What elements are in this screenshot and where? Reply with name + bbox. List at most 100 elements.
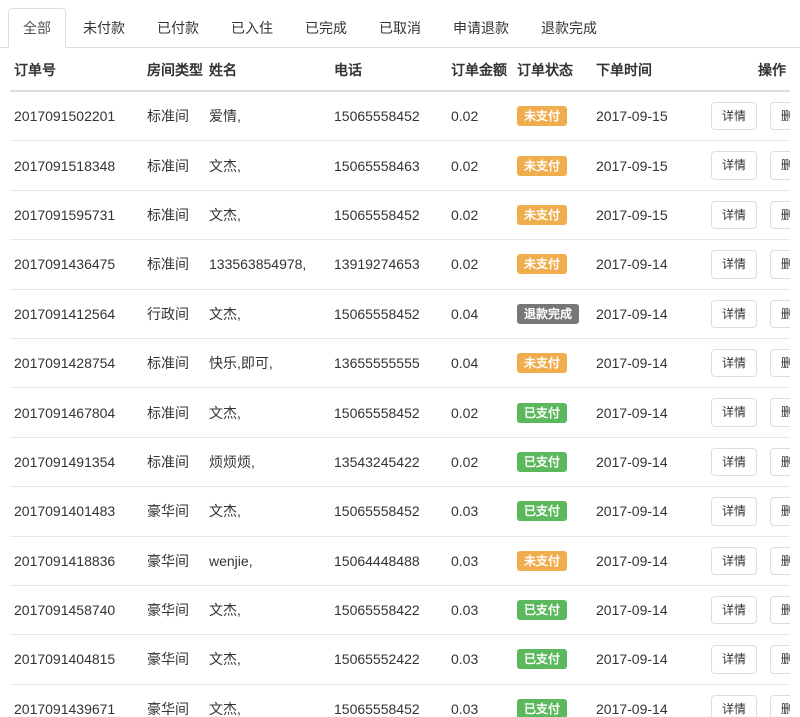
table-row: 2017091428754 标准间 快乐,即可, 13655555555 0.0…: [10, 338, 790, 387]
detail-button[interactable]: 详情: [711, 398, 757, 426]
status-cell: 未支付: [513, 536, 592, 585]
amount-cell: 0.02: [447, 240, 513, 289]
time-cell: 2017-09-15: [592, 141, 707, 190]
name-cell: 133563854978,: [205, 240, 330, 289]
actions-cell: 详情 删: [707, 536, 790, 585]
amount-cell: 0.04: [447, 289, 513, 338]
status-badge: 已支付: [517, 452, 567, 472]
detail-button[interactable]: 详情: [711, 645, 757, 673]
status-badge: 未支付: [517, 353, 567, 373]
table-header-row: 订单号 房间类型 姓名 电话 订单金额 订单状态 下单时间 操作: [10, 48, 790, 91]
status-badge: 退款完成: [517, 304, 579, 324]
amount-cell: 0.02: [447, 437, 513, 486]
detail-button[interactable]: 详情: [711, 596, 757, 624]
delete-button[interactable]: 删: [770, 596, 790, 624]
tab-checked-in[interactable]: 已入住: [216, 8, 288, 48]
amount-cell: 0.02: [447, 190, 513, 239]
room-type-cell: 标准间: [143, 240, 205, 289]
order-no-cell: 2017091401483: [10, 487, 143, 536]
time-cell: 2017-09-14: [592, 684, 707, 717]
order-no-cell: 2017091412564: [10, 289, 143, 338]
tab-refund-completed[interactable]: 退款完成: [526, 8, 612, 48]
header-phone: 电话: [330, 48, 447, 91]
tab-unpaid[interactable]: 未付款: [68, 8, 140, 48]
time-cell: 2017-09-14: [592, 536, 707, 585]
detail-button[interactable]: 详情: [711, 102, 757, 130]
phone-cell: 15065558452: [330, 684, 447, 717]
header-order-no: 订单号: [10, 48, 143, 91]
time-cell: 2017-09-14: [592, 240, 707, 289]
table-row: 2017091436475 标准间 133563854978, 13919274…: [10, 240, 790, 289]
tab-completed[interactable]: 已完成: [290, 8, 362, 48]
delete-button[interactable]: 删: [770, 645, 790, 673]
order-no-cell: 2017091436475: [10, 240, 143, 289]
status-badge: 已支付: [517, 699, 567, 717]
table-row: 2017091458740 豪华间 文杰, 15065558422 0.03 已…: [10, 585, 790, 634]
detail-button[interactable]: 详情: [711, 448, 757, 476]
header-actions: 操作: [707, 48, 790, 91]
status-cell: 未支付: [513, 240, 592, 289]
delete-button[interactable]: 删: [770, 497, 790, 525]
time-cell: 2017-09-14: [592, 437, 707, 486]
status-badge: 未支付: [517, 551, 567, 571]
delete-button[interactable]: 删: [770, 349, 790, 377]
phone-cell: 15065558422: [330, 585, 447, 634]
actions-cell: 详情 删: [707, 190, 790, 239]
actions-cell: 详情 删: [707, 141, 790, 190]
header-status: 订单状态: [513, 48, 592, 91]
phone-cell: 15065558463: [330, 141, 447, 190]
order-status-tabbar: 全部未付款已付款已入住已完成已取消申请退款退款完成: [0, 0, 800, 48]
tab-refund-requested[interactable]: 申请退款: [438, 8, 524, 48]
amount-cell: 0.02: [447, 388, 513, 437]
orders-table-wrap: 订单号 房间类型 姓名 电话 订单金额 订单状态 下单时间 操作 2017091…: [0, 48, 800, 717]
detail-button[interactable]: 详情: [711, 151, 757, 179]
detail-button[interactable]: 详情: [711, 201, 757, 229]
detail-button[interactable]: 详情: [711, 250, 757, 278]
header-time: 下单时间: [592, 48, 707, 91]
status-cell: 未支付: [513, 91, 592, 141]
delete-button[interactable]: 删: [770, 398, 790, 426]
delete-button[interactable]: 删: [770, 695, 790, 717]
delete-button[interactable]: 删: [770, 201, 790, 229]
detail-button[interactable]: 详情: [711, 349, 757, 377]
header-amount: 订单金额: [447, 48, 513, 91]
actions-cell: 详情 删: [707, 388, 790, 437]
detail-button[interactable]: 详情: [711, 547, 757, 575]
status-cell: 退款完成: [513, 289, 592, 338]
tab-all[interactable]: 全部: [8, 8, 66, 48]
time-cell: 2017-09-14: [592, 635, 707, 684]
detail-button[interactable]: 详情: [711, 300, 757, 328]
detail-button[interactable]: 详情: [711, 497, 757, 525]
tab-cancelled[interactable]: 已取消: [364, 8, 436, 48]
amount-cell: 0.02: [447, 91, 513, 141]
orders-table: 订单号 房间类型 姓名 电话 订单金额 订单状态 下单时间 操作 2017091…: [10, 48, 790, 717]
actions-cell: 详情 删: [707, 684, 790, 717]
time-cell: 2017-09-14: [592, 388, 707, 437]
table-row: 2017091418836 豪华间 wenjie, 15064448488 0.…: [10, 536, 790, 585]
status-cell: 未支付: [513, 141, 592, 190]
name-cell: 文杰,: [205, 141, 330, 190]
amount-cell: 0.03: [447, 536, 513, 585]
detail-button[interactable]: 详情: [711, 695, 757, 717]
delete-button[interactable]: 删: [770, 151, 790, 179]
delete-button[interactable]: 删: [770, 547, 790, 575]
tab-paid[interactable]: 已付款: [142, 8, 214, 48]
delete-button[interactable]: 删: [770, 300, 790, 328]
time-cell: 2017-09-14: [592, 338, 707, 387]
room-type-cell: 标准间: [143, 338, 205, 387]
room-type-cell: 标准间: [143, 388, 205, 437]
actions-cell: 详情 删: [707, 635, 790, 684]
time-cell: 2017-09-15: [592, 91, 707, 141]
amount-cell: 0.03: [447, 684, 513, 717]
delete-button[interactable]: 删: [770, 102, 790, 130]
phone-cell: 15065558452: [330, 487, 447, 536]
delete-button[interactable]: 删: [770, 250, 790, 278]
table-row: 2017091595731 标准间 文杰, 15065558452 0.02 未…: [10, 190, 790, 239]
phone-cell: 13919274653: [330, 240, 447, 289]
time-cell: 2017-09-14: [592, 289, 707, 338]
order-no-cell: 2017091467804: [10, 388, 143, 437]
room-type-cell: 标准间: [143, 91, 205, 141]
name-cell: 文杰,: [205, 487, 330, 536]
status-badge: 已支付: [517, 501, 567, 521]
delete-button[interactable]: 删: [770, 448, 790, 476]
